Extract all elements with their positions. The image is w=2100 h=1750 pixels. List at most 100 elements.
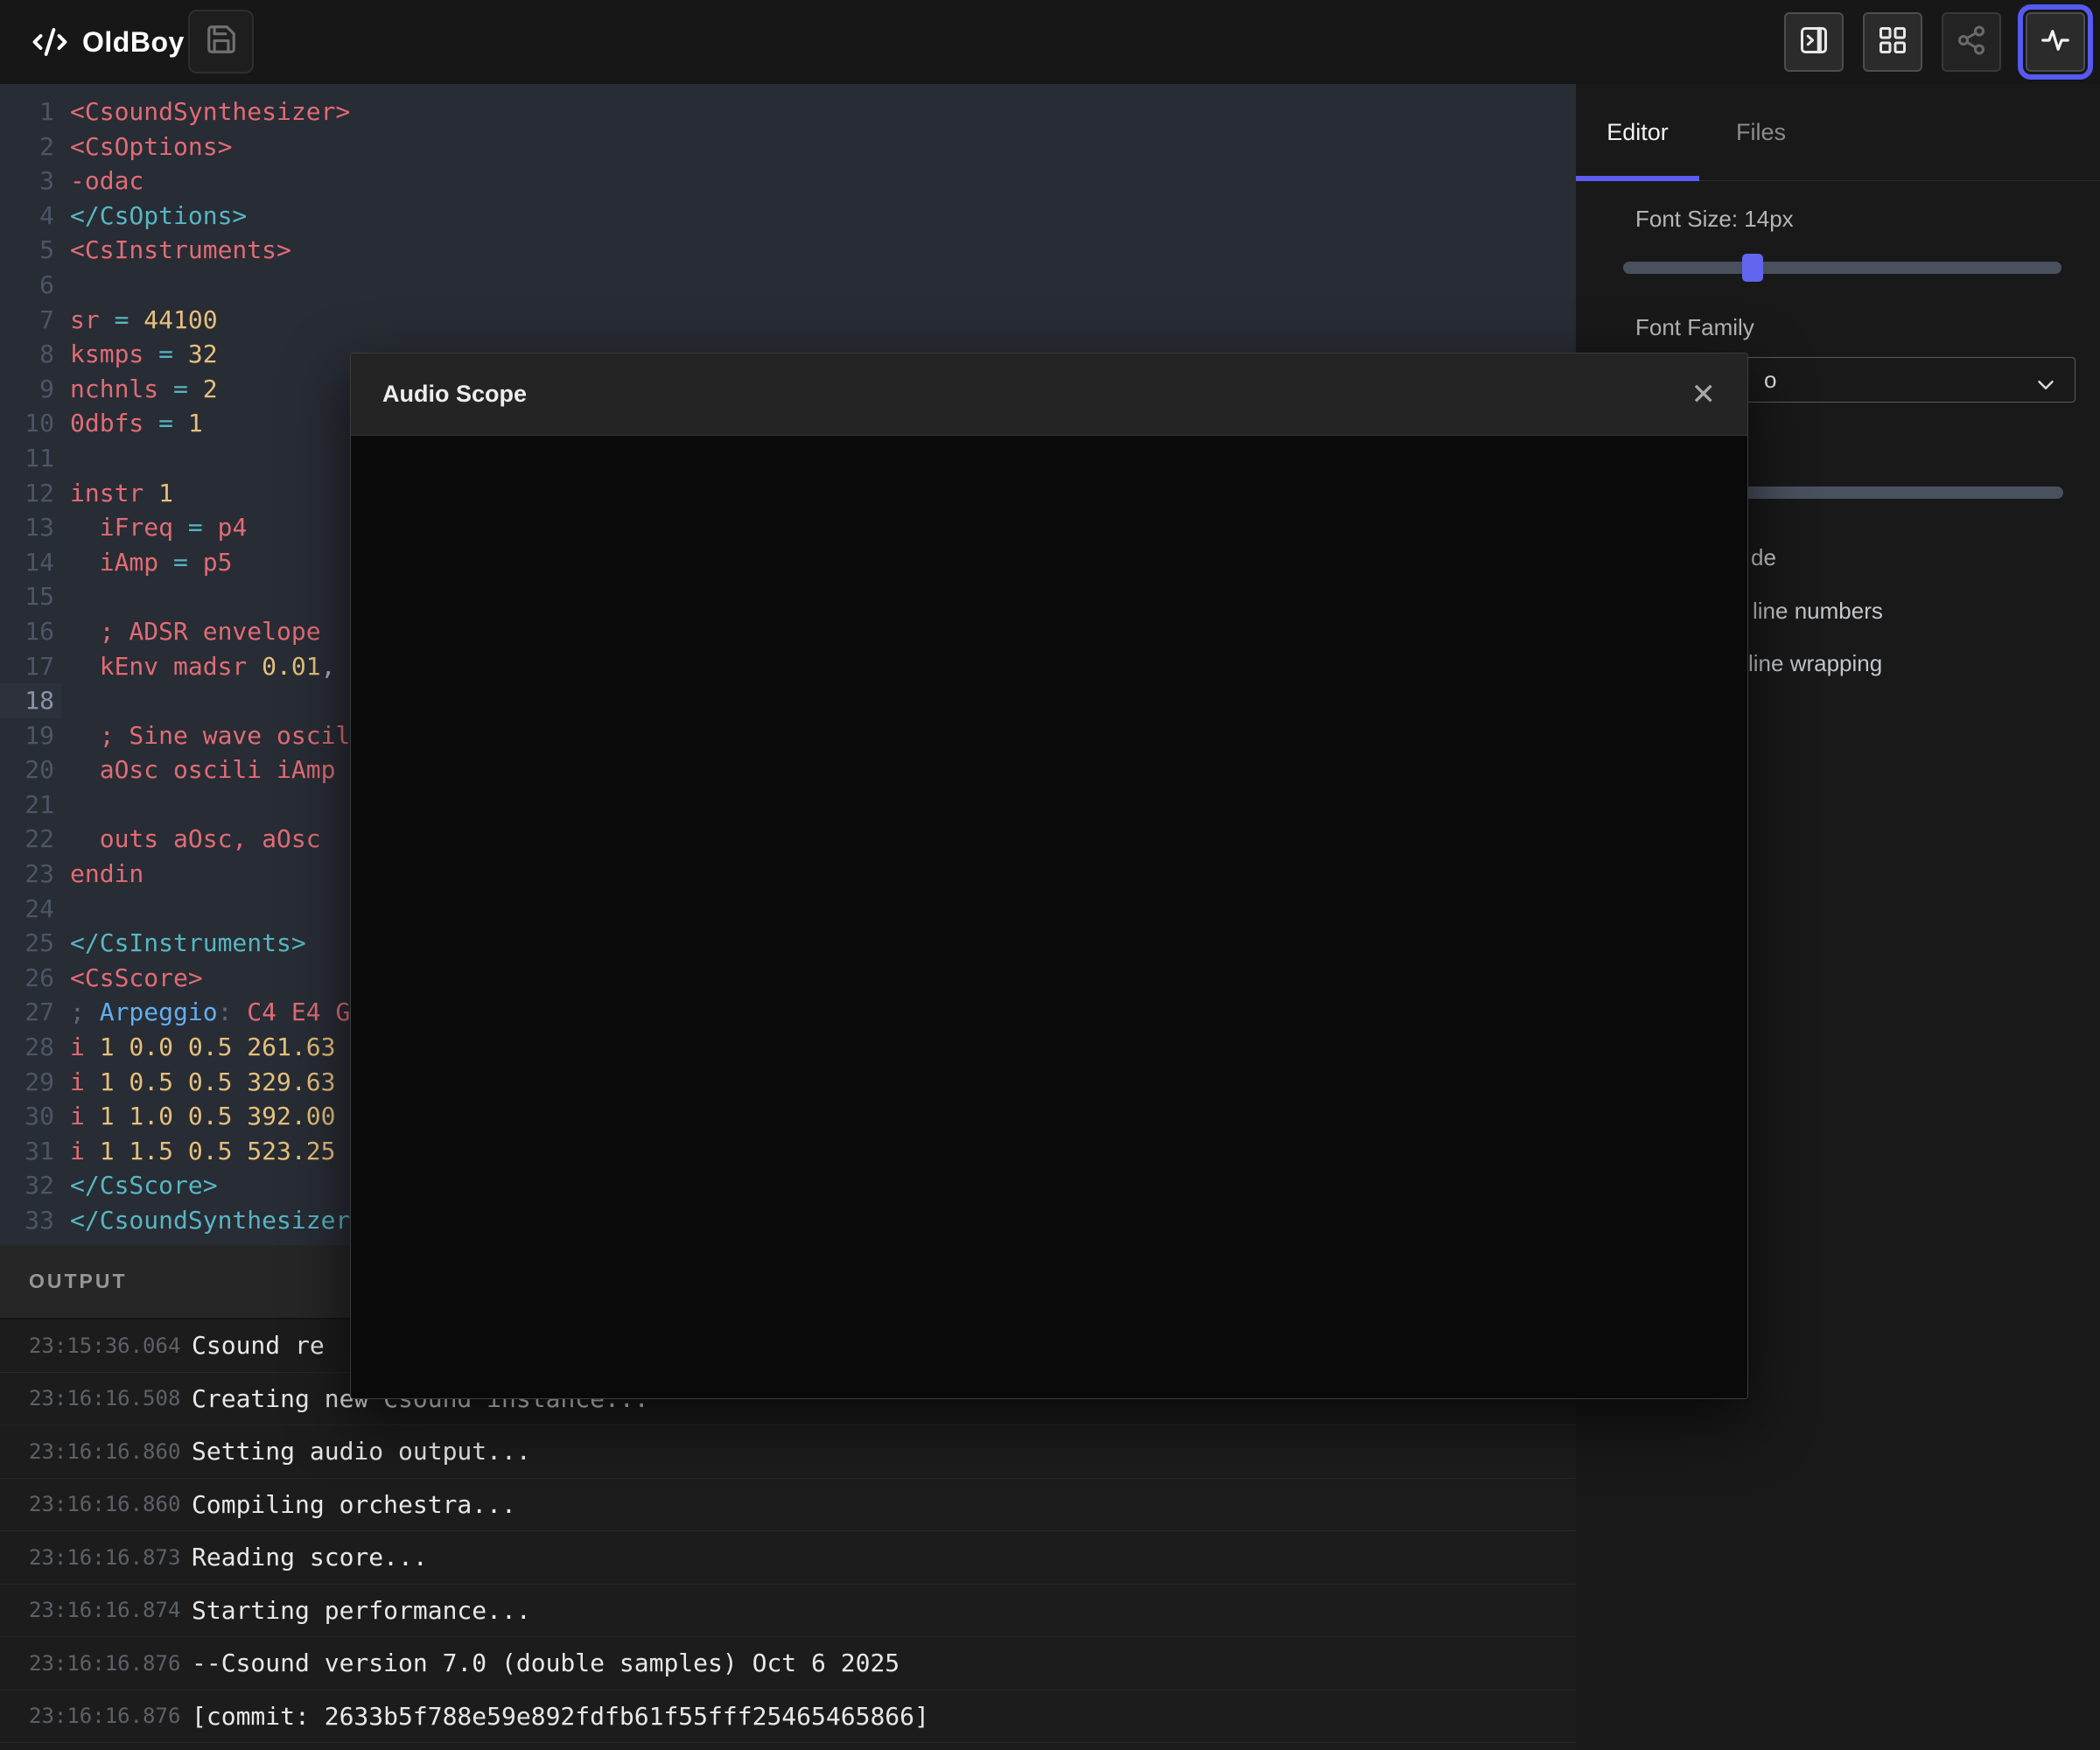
code-line-text: ; ADSR envelope [61,614,321,649]
line-number: 24 [0,892,61,927]
font-family-value: o [1764,367,1776,393]
line-number: 23 [0,857,61,892]
output-title: OUTPUT [29,1270,128,1293]
line-number: 5 [0,233,61,268]
log-timestamp: 23:16:16.876 [0,1651,192,1676]
log-message: Csound re [192,1331,325,1360]
line-number: 16 [0,614,61,649]
log-message: Compiling orchestra... [192,1490,516,1519]
code-line-text [61,788,70,822]
line-number: 22 [0,822,61,857]
tab-files[interactable]: Files [1699,84,1823,180]
line-number: 28 [0,1030,61,1065]
line-number: 25 [0,926,61,961]
code-line-text: </CsScore> [61,1168,218,1203]
line-number: 19 [0,718,61,753]
code-line-text: <CsInstruments> [61,233,291,268]
code-line-text [61,441,70,476]
layout-grid-button[interactable] [1863,12,1922,72]
log-row: 23:16:16.876--Csound version 7.0 (double… [0,1637,1576,1690]
checkbox-label-line-numbers[interactable]: line numbers [1753,598,1883,625]
close-icon[interactable]: ✕ [1691,380,1717,410]
font-size-slider-thumb[interactable] [1742,254,1763,282]
app-title: OldBoy [82,26,185,59]
code-line-text: <CsOptions> [61,130,232,164]
panel-right-button[interactable] [1784,12,1844,72]
code-line-text: i 1 1.5 0.5 523.25 [61,1134,335,1169]
save-button[interactable] [188,10,254,74]
share-button[interactable] [1942,12,2001,72]
code-line-text: i 1 0.5 0.5 329.63 [61,1065,335,1100]
code-line-text: i 1 0.0 0.5 261.63 [61,1030,335,1065]
log-row: 23:16:16.876[commit: 2633b5f788e59e892fd… [0,1690,1576,1744]
audio-scope-button[interactable] [2026,12,2085,72]
line-number: 21 [0,788,61,822]
code-line-text: instr 1 [61,476,173,511]
code-line: 5<CsInstruments> [0,233,1576,268]
line-number: 12 [0,476,61,511]
log-message: Reading score... [192,1543,428,1572]
tab-editor[interactable]: Editor [1576,84,1699,180]
log-message: Setting audio output... [192,1437,531,1466]
code-line-text [61,1238,70,1245]
code-line-text: iAmp = p5 [61,545,232,580]
line-number: 13 [0,510,61,545]
line-number: 1 [0,94,61,130]
active-tab-underline [1576,176,1699,181]
code-line: 3-odac [0,164,1576,199]
log-message: [commit: 2633b5f788e59e892fdfb61f55fff25… [192,1702,929,1731]
code-line: 7sr = 44100 [0,303,1576,338]
line-number: 4 [0,199,61,234]
modal-header: Audio Scope ✕ [351,354,1747,436]
layout-grid-icon [1877,24,1908,60]
log-timestamp: 23:16:16.860 [0,1439,192,1464]
line-number: 9 [0,372,61,407]
code-line-text: ; Arpeggio: C4 E4 G [61,995,350,1030]
code-line-text [61,579,70,614]
log-row: 23:16:16.860Setting audio output... [0,1425,1576,1479]
top-bar: OldBoy [0,0,2100,84]
audio-scope-display [351,437,1747,1398]
checkbox-label-line-wrapping[interactable]: line wrapping [1748,650,1882,677]
line-number: 17 [0,649,61,684]
code-line-text [61,892,70,927]
log-row: 23:16:16.860Compiling orchestra... [0,1479,1576,1532]
code-line-text: </CsOptions> [61,199,247,234]
line-number: 34 [0,1238,61,1245]
font-family-label: Font Family [1635,314,1754,341]
code-line-text: iFreq = p4 [61,510,247,545]
code-line-text: <CsScore> [61,961,203,996]
log-timestamp: 23:16:16.876 [0,1704,192,1728]
activity-icon [2039,24,2072,61]
line-number: 18 [0,683,61,718]
font-size-slider[interactable] [1623,262,2062,274]
code-line: 1<CsoundSynthesizer> [0,94,1576,130]
log-message: --Csound version 7.0 (double samples) Oc… [192,1648,900,1677]
line-number: 31 [0,1134,61,1169]
code-line-text: outs aOsc, aOsc [61,822,321,857]
log-timestamp: 23:16:16.874 [0,1598,192,1622]
line-number: 33 [0,1203,61,1238]
code-line: 4</CsOptions> [0,199,1576,234]
log-timestamp: 23:16:16.508 [0,1386,192,1410]
code-line: 6 [0,268,1576,303]
floppy-save-icon [205,23,238,60]
log-timestamp: 23:16:16.860 [0,1492,192,1516]
code-line-text: i 1 1.0 0.5 392.00 [61,1099,335,1134]
line-number: 10 [0,406,61,441]
panel-right-icon [1798,24,1830,60]
audio-scope-modal: Audio Scope ✕ [350,353,1748,1399]
code-xml-icon [32,24,68,60]
checkbox-label-fragment-mode[interactable]: de [1751,544,1776,571]
code-line-text: </CsoundSynthesizer [61,1203,350,1238]
line-number: 2 [0,130,61,164]
code-line-text [61,683,70,718]
code-line-text: ; Sine wave oscil [61,718,350,753]
line-number: 15 [0,579,61,614]
line-number: 6 [0,268,61,303]
log-message: Starting performance... [192,1596,531,1625]
code-line-text: kEnv madsr 0.01, [61,649,335,684]
sidebar-tabs: Editor Files [1576,84,2100,181]
line-number: 11 [0,441,61,476]
line-number: 7 [0,303,61,338]
